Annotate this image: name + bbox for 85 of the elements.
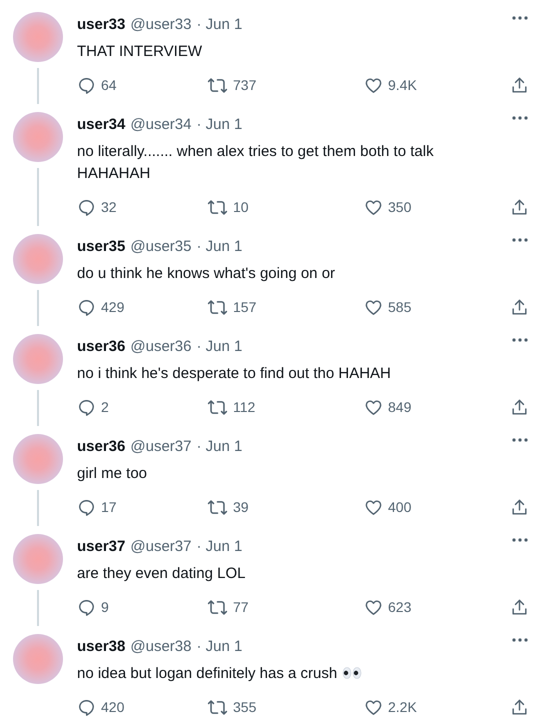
share-icon[interactable]: [510, 598, 529, 616]
reply-icon[interactable]: [77, 398, 96, 416]
user-handle: @user37: [130, 438, 192, 454]
tweet-text: are they even dating LOL: [77, 565, 246, 582]
reply-icon[interactable]: [77, 198, 96, 216]
reply-count: 9: [101, 599, 109, 615]
like-count: 849: [388, 399, 412, 415]
like-count: 350: [388, 199, 412, 215]
retweet-icon[interactable]: [207, 498, 228, 516]
more-icon[interactable]: [512, 16, 528, 20]
retweet-icon[interactable]: [207, 298, 228, 316]
heart-icon[interactable]: [364, 298, 383, 316]
retweet-count: 737: [233, 77, 256, 93]
reply-icon[interactable]: [77, 498, 96, 516]
retweet-count: 39: [233, 499, 249, 515]
more-icon[interactable]: [512, 238, 528, 242]
user-name[interactable]: user38: [77, 638, 126, 654]
user-handle: @user36: [130, 338, 192, 354]
tweet-text: THAT INTERVIEW: [77, 43, 202, 60]
eyes-icon: [342, 667, 362, 679]
reply-count: 2: [101, 399, 109, 415]
user-name[interactable]: user34: [77, 116, 126, 132]
more-icon[interactable]: [512, 638, 528, 642]
reply-icon[interactable]: [77, 76, 96, 94]
tweet-date[interactable]: · Jun 1: [196, 538, 242, 554]
more-icon[interactable]: [512, 538, 528, 542]
retweet-count: 10: [233, 199, 249, 215]
more-icon[interactable]: [512, 116, 528, 120]
user-handle: @user38: [130, 638, 192, 654]
reply-count: 429: [101, 299, 124, 315]
more-icon[interactable]: [512, 438, 528, 442]
user-handle: @user33: [130, 16, 192, 32]
retweet-icon[interactable]: [207, 398, 228, 416]
user-name[interactable]: user36: [77, 338, 126, 354]
share-icon[interactable]: [510, 76, 529, 94]
heart-icon[interactable]: [364, 198, 383, 216]
like-count: 2.2K: [388, 699, 417, 715]
retweet-count: 355: [233, 699, 256, 715]
retweet-count: 77: [233, 599, 249, 615]
user-name[interactable]: user36: [77, 438, 126, 454]
user-name[interactable]: user35: [77, 238, 126, 254]
share-icon[interactable]: [510, 298, 529, 316]
share-icon[interactable]: [510, 198, 529, 216]
reply-icon[interactable]: [77, 598, 96, 616]
tweet-date[interactable]: · Jun 1: [196, 238, 242, 254]
like-count: 585: [388, 299, 412, 315]
user-name[interactable]: user37: [77, 538, 126, 554]
user-handle: @user37: [130, 538, 192, 554]
reply-icon[interactable]: [77, 698, 96, 716]
user-handle: @user34: [130, 116, 192, 132]
heart-icon[interactable]: [364, 498, 383, 516]
retweet-count: 112: [233, 399, 256, 415]
retweet-icon[interactable]: [207, 198, 228, 216]
tweet-text: no literally....... when alex tries to get them both to talk HAHAHAH: [77, 143, 434, 182]
user-name[interactable]: user33: [77, 16, 126, 32]
like-count: 9.4K: [388, 77, 417, 93]
heart-icon[interactable]: [364, 698, 383, 716]
reply-icon[interactable]: [77, 298, 96, 316]
retweet-icon[interactable]: [207, 76, 228, 94]
more-icon[interactable]: [512, 338, 528, 342]
share-icon[interactable]: [510, 398, 529, 416]
reply-count: 420: [101, 699, 124, 715]
share-icon[interactable]: [510, 698, 529, 716]
share-icon[interactable]: [510, 498, 529, 516]
heart-icon[interactable]: [364, 398, 383, 416]
like-count: 623: [388, 599, 412, 615]
retweet-icon[interactable]: [207, 598, 228, 616]
like-count: 400: [388, 499, 412, 515]
heart-icon[interactable]: [364, 76, 383, 94]
tweet-text: no idea but logan definitely has a crush: [77, 665, 362, 682]
tweet-date[interactable]: · Jun 1: [196, 438, 242, 454]
tweet-date[interactable]: · Jun 1: [196, 638, 242, 654]
tweet-text: do u think he knows what's going on or: [77, 265, 336, 282]
retweet-count: 157: [233, 299, 256, 315]
tweet-date[interactable]: · Jun 1: [196, 338, 242, 354]
user-handle: @user35: [130, 238, 192, 254]
heart-icon[interactable]: [364, 598, 383, 616]
tweet-text: girl me too: [77, 465, 148, 482]
reply-count: 32: [101, 199, 117, 215]
tweet-date[interactable]: · Jun 1: [196, 16, 242, 32]
reply-count: 64: [101, 77, 117, 93]
tweet-text: no i think he's desperate to find out tho HAHAH: [77, 365, 391, 382]
tweet-date[interactable]: · Jun 1: [196, 116, 242, 132]
reply-count: 17: [101, 499, 117, 515]
retweet-icon[interactable]: [207, 698, 228, 716]
